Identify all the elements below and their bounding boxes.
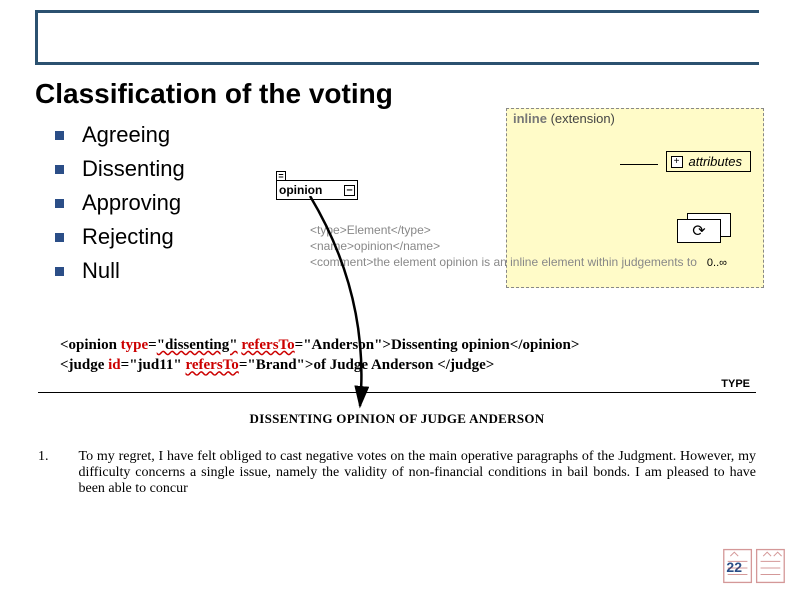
meta-line: <comment>the element opinion is an inlin… [310, 254, 697, 270]
tag-close: </judge> [437, 357, 494, 373]
element-text: of Judge Anderson [313, 357, 437, 373]
expand-icon: + [671, 156, 683, 168]
element-name: opinion [279, 183, 322, 197]
attr-name: type [121, 337, 149, 353]
meta-line: <name>opinion</name> [310, 238, 697, 254]
attr-value: "dissenting" [157, 337, 238, 353]
connector-line [620, 164, 658, 165]
bullet-label: Null [82, 258, 120, 284]
attr-name: id [108, 357, 121, 373]
tag-open: <opinion [60, 337, 117, 353]
attr-value: "Anderson" [303, 337, 382, 353]
bullet-icon [55, 199, 64, 208]
bullet-icon [55, 131, 64, 140]
bullet-label: Agreeing [82, 122, 170, 148]
diagram-header-extension: (extension) [551, 111, 615, 126]
type-hint-label: TYPE [721, 378, 750, 390]
bullet-icon [55, 165, 64, 174]
attr-value: "Brand" [247, 357, 305, 373]
code-line: <opinion type="dissenting" refersTo="And… [60, 335, 579, 355]
element-text: Dissenting opinion [391, 337, 510, 353]
bullet-label: Rejecting [82, 224, 174, 250]
tag-open: <judge [60, 357, 104, 373]
bullet-label: Dissenting [82, 156, 185, 182]
border-accent [35, 10, 759, 65]
annotation-icon: = [276, 171, 286, 181]
attr-name: refersTo [241, 337, 294, 353]
diagram-header: inline (extension) [513, 111, 615, 126]
bullet-label: Approving [82, 190, 181, 216]
list-item: Agreeing [55, 122, 185, 148]
xml-annotation: <type>Element</type> <name>opinion</name… [310, 222, 697, 271]
collapse-icon: – [344, 185, 355, 196]
list-item: Dissenting [55, 156, 185, 182]
slide: Classification of the voting Agreeing Di… [0, 0, 794, 595]
code-sample: <opinion type="dissenting" refersTo="And… [60, 335, 579, 376]
diagram-header-main: inline [513, 111, 547, 126]
excerpt-heading: DISSENTING OPINION OF JUDGE ANDERSON [38, 411, 756, 427]
bullet-list: Agreeing Dissenting Approving Rejecting … [55, 122, 185, 292]
list-item: Approving [55, 190, 185, 216]
list-item: Null [55, 258, 185, 284]
list-item: Rejecting [55, 224, 185, 250]
university-seal-icon [720, 543, 788, 589]
attr-name: refersTo [185, 357, 238, 373]
code-line: <judge id="jud11" refersTo="Brand">of Ju… [60, 355, 579, 375]
attributes-label: attributes [689, 154, 742, 169]
attr-value: "jud11" [129, 357, 182, 373]
element-node: = opinion – [276, 180, 358, 200]
attributes-box: + attributes [666, 151, 751, 172]
bullet-icon [55, 233, 64, 242]
document-excerpt: DISSENTING OPINION OF JUDGE ANDERSON 1. … [38, 392, 756, 557]
slide-title: Classification of the voting [35, 78, 403, 110]
cardinality-label: 0..∞ [707, 257, 727, 269]
meta-line: <type>Element</type> [310, 222, 697, 238]
paragraph-number: 1. [38, 449, 49, 497]
bullet-icon [55, 267, 64, 276]
tag-close: </opinion> [510, 337, 580, 353]
paragraph-text: To my regret, I have felt obliged to cas… [79, 449, 757, 497]
